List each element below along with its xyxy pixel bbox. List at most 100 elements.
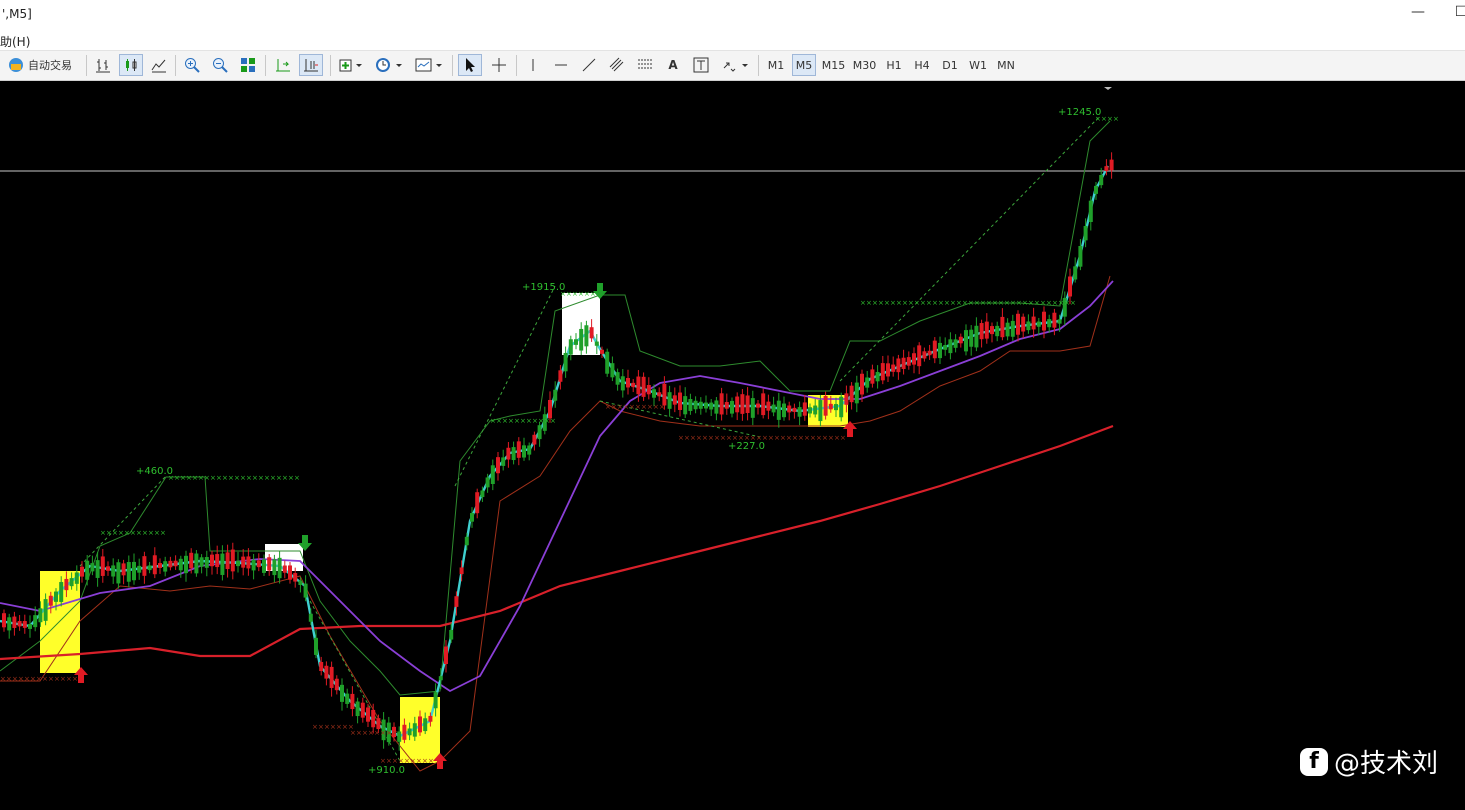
candle-body — [1068, 276, 1072, 297]
candle-body — [698, 401, 703, 409]
line-chart-button[interactable] — [148, 54, 170, 76]
timeframe-h1-button[interactable]: H1 — [882, 54, 906, 76]
channel-marker: × — [342, 723, 348, 731]
candlestick-button[interactable] — [119, 54, 143, 76]
candle-body — [246, 556, 251, 569]
text-button[interactable]: A — [662, 54, 684, 76]
channel-marker: × — [956, 299, 962, 307]
candle-body — [319, 661, 324, 672]
candle-body — [334, 678, 339, 691]
channel-marker: × — [100, 529, 106, 537]
zigzag-line — [79, 475, 167, 567]
candle-body — [48, 595, 53, 606]
cursor-button[interactable] — [458, 54, 482, 76]
zoom-in-icon — [185, 58, 200, 73]
candle-body — [984, 321, 989, 339]
timeframe-m5-button[interactable]: M5 — [792, 54, 816, 76]
channel-marker: × — [66, 675, 72, 683]
candle-body — [54, 591, 58, 602]
candle-body — [1016, 313, 1020, 335]
candle-body — [953, 339, 958, 348]
channel-marker: × — [216, 474, 222, 482]
channel-marker: × — [386, 757, 392, 765]
tile-windows-button[interactable] — [237, 54, 259, 76]
channel-marker: × — [118, 529, 124, 537]
candle-body — [142, 556, 147, 576]
arrows-button[interactable] — [718, 54, 752, 76]
timeframe-mn-button[interactable]: MN — [994, 54, 1018, 76]
candle-body — [470, 513, 474, 522]
channel-marker: × — [860, 299, 866, 307]
timeframe-h4-button[interactable]: H4 — [910, 54, 934, 76]
price-chart[interactable]: × × × × × × × × × × × × × × × × × × × × × × × × × × × × × × × × × × × × × × × ×… — [0, 81, 1465, 810]
channel-marker: × — [810, 434, 816, 442]
autoscroll-button[interactable] — [299, 54, 323, 76]
candle-body — [43, 599, 48, 621]
candle-body — [548, 399, 552, 419]
candle-body — [704, 402, 708, 409]
autotrade-button[interactable]: 自动交易 — [3, 54, 76, 76]
candle-body — [626, 377, 630, 388]
candle-body — [204, 557, 209, 568]
channel-marker: × — [1004, 299, 1010, 307]
candle-body — [969, 329, 974, 347]
candle-body — [1047, 319, 1052, 328]
horizontal-line-button[interactable] — [550, 54, 572, 76]
timeframe-m30-button[interactable]: M30 — [851, 54, 878, 76]
candle-body — [1094, 185, 1098, 194]
equidistant-channel-icon — [609, 57, 624, 72]
vertical-line-button[interactable] — [522, 54, 544, 76]
chart-shift-button[interactable] — [272, 54, 294, 76]
indicators-button[interactable] — [336, 54, 366, 76]
channel-marker: × — [54, 675, 60, 683]
profit-labels: +460.0 +910.0 +1915.0 +227.0 +1245.0 — [136, 107, 1101, 776]
bar-chart-icon — [96, 59, 110, 73]
candle-body — [511, 447, 516, 461]
candle-body — [1036, 321, 1041, 327]
candle-body — [444, 646, 448, 665]
timeframe-m1-button[interactable]: M1 — [764, 54, 788, 76]
channel-marker: × — [792, 434, 798, 442]
toolbar-separator — [330, 55, 331, 76]
channel-marker: × — [1070, 299, 1076, 307]
candle-body — [875, 371, 880, 382]
channel-marker: × — [878, 299, 884, 307]
channel-marker: × — [938, 299, 944, 307]
maximize-button[interactable]: ☐ — [1450, 4, 1465, 20]
ma-red-line — [0, 424, 1114, 661]
templates-button[interactable] — [412, 54, 446, 76]
channel-marker: × — [828, 434, 834, 442]
minimize-button[interactable]: — — [1407, 4, 1429, 20]
equidistant-channel-button[interactable] — [606, 54, 628, 76]
bar-chart-button[interactable] — [92, 54, 114, 76]
trendline-button[interactable] — [578, 54, 600, 76]
timeframe-d1-button[interactable]: D1 — [938, 54, 962, 76]
timeframe-m15-button[interactable]: M15 — [820, 54, 847, 76]
autoscroll-icon — [304, 59, 318, 72]
periods-button[interactable] — [372, 54, 406, 76]
candle-body — [490, 465, 495, 485]
channel-marker: × — [428, 757, 434, 765]
chart-canvas: × × × × × × × × × × × × × × × × × × × × × ×× × × × × × × × × × ×× × × × × × ×… — [0, 87, 1465, 776]
channel-marker: × — [198, 474, 204, 482]
candle-body — [537, 425, 542, 440]
crosshair-button[interactable] — [488, 54, 510, 76]
text-label-button[interactable] — [690, 54, 712, 76]
candle-body — [938, 342, 942, 359]
timeframe-w1-button[interactable]: W1 — [966, 54, 990, 76]
signal-arrows — [74, 283, 857, 769]
channel-marker: × — [1022, 299, 1028, 307]
zoom-in-button[interactable] — [181, 54, 203, 76]
candle-body — [267, 557, 272, 571]
fibonacci-button[interactable] — [634, 54, 656, 76]
menu-help[interactable]: 助(H) — [0, 33, 30, 50]
candle-body — [324, 665, 329, 679]
candle-body — [506, 447, 511, 460]
zoom-out-button[interactable] — [209, 54, 231, 76]
candle-body — [350, 693, 355, 710]
candle-body — [844, 393, 849, 405]
channel-marker: × — [647, 403, 653, 411]
horizontal-line-icon — [555, 64, 567, 66]
crosshair-icon — [492, 58, 506, 72]
candle-body — [756, 403, 760, 408]
